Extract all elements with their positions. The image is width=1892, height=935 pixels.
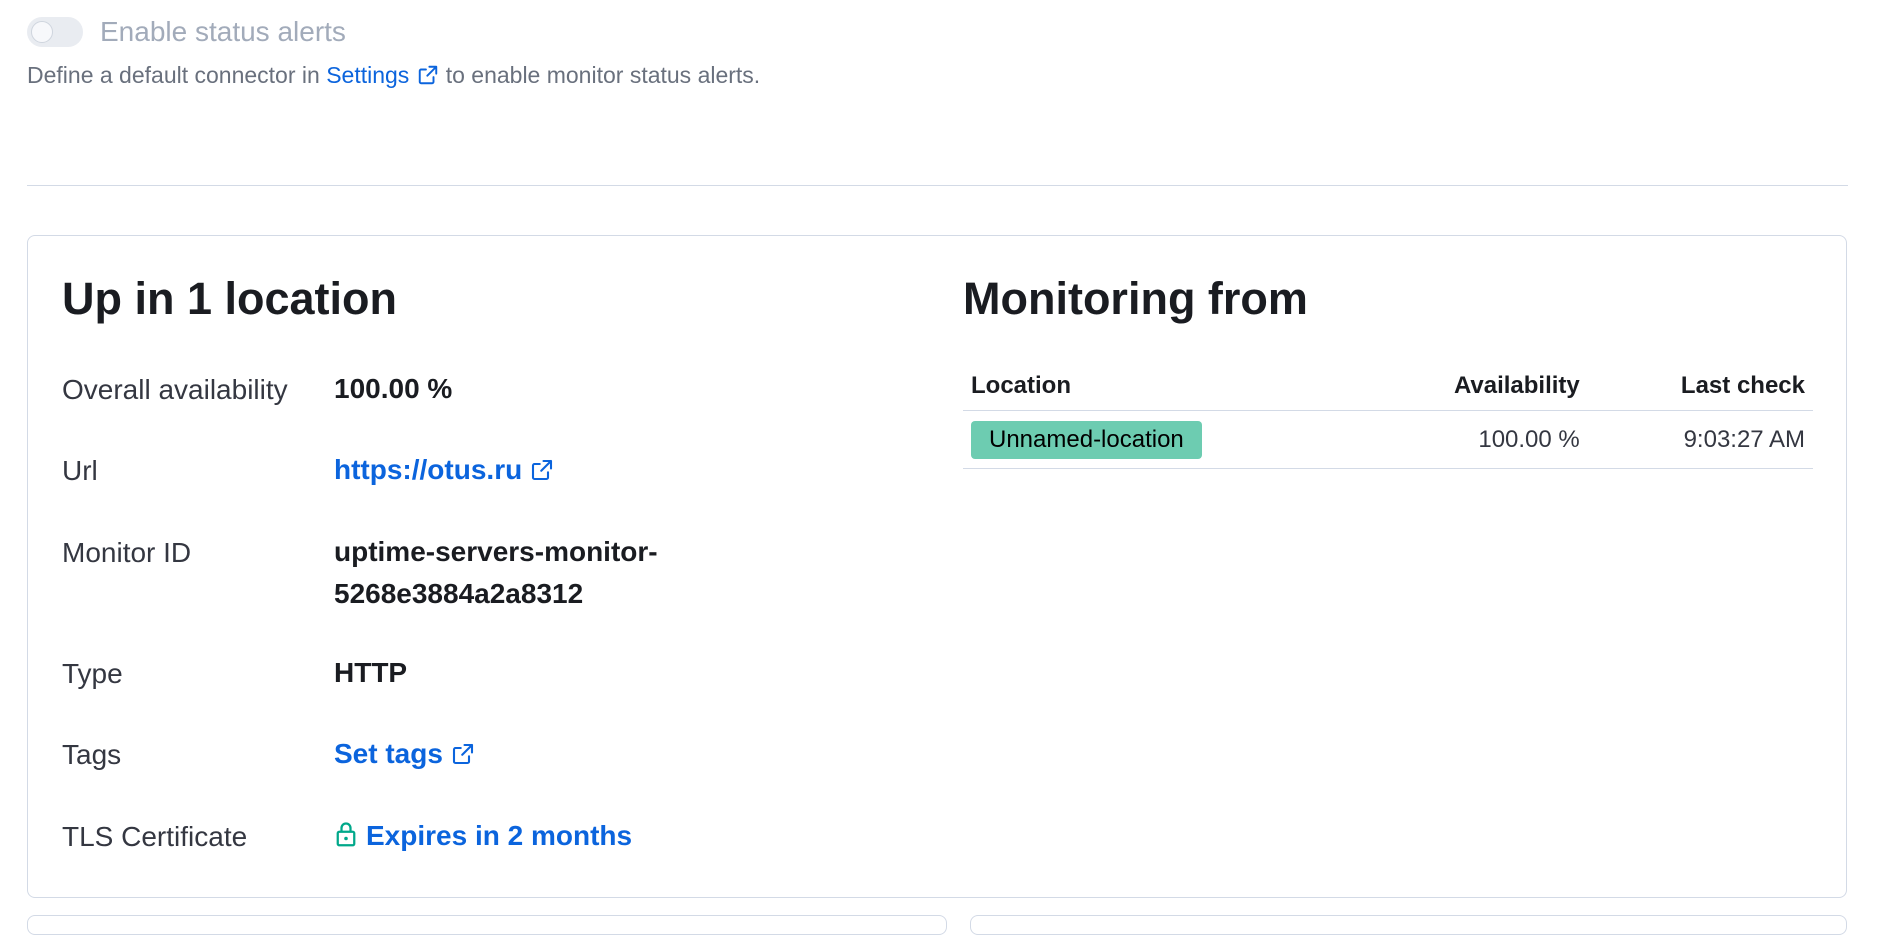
column-header-last-check[interactable]: Last check: [1587, 364, 1813, 411]
property-availability: Overall availability 100.00 %: [62, 368, 922, 412]
external-link-icon: [451, 736, 475, 778]
property-tls: TLS Certificate Expires in 2 months: [62, 815, 922, 860]
availability-value: 100.00 %: [334, 373, 453, 404]
tls-expiry-value: Expires in 2 months: [366, 820, 633, 851]
property-tags: Tags Set tags: [62, 733, 922, 778]
external-link-icon: [530, 452, 554, 494]
status-alerts-help-text: Define a default connector in Settings t…: [27, 59, 787, 95]
url-label: Url: [62, 455, 98, 486]
location-badge[interactable]: Unnamed-location: [971, 421, 1202, 459]
set-tags-label: Set tags: [334, 738, 443, 769]
bottom-left-panel: [27, 915, 947, 935]
status-alerts-switch[interactable]: [27, 17, 83, 47]
column-header-location[interactable]: Location: [963, 364, 1360, 411]
tags-label: Tags: [62, 739, 122, 770]
monitor-properties: Overall availability 100.00 % Url https:…: [62, 368, 922, 860]
switch-knob: [31, 21, 53, 43]
property-url: Url https://otus.ru: [62, 449, 922, 494]
type-value: HTTP: [334, 657, 408, 688]
status-summary: Up in 1 location Overall availability 10…: [62, 272, 922, 897]
table-header-row: Location Availability Last check: [963, 364, 1813, 411]
column-header-availability[interactable]: Availability: [1359, 364, 1588, 411]
url-link[interactable]: https://otus.ru: [334, 449, 554, 494]
availability-label: Overall availability: [62, 374, 288, 405]
monitoring-from-title: Monitoring from: [963, 273, 1308, 324]
help-text-before: Define a default connector in: [27, 62, 327, 88]
section-divider: [27, 185, 1848, 186]
monitoring-from-section: Monitoring from Location Availability La…: [963, 272, 1813, 469]
bottom-right-panel: [970, 915, 1847, 935]
locations-table: Location Availability Last check Unnamed…: [963, 364, 1813, 469]
url-value: https://otus.ru: [334, 454, 523, 485]
availability-cell: 100.00 %: [1359, 410, 1588, 469]
table-row: Unnamed-location 100.00 % 9:03:27 AM: [963, 410, 1813, 469]
status-alerts-section: Enable status alerts Define a default co…: [27, 14, 847, 95]
lock-icon: [334, 818, 358, 860]
monitor-id-label: Monitor ID: [62, 537, 192, 568]
last-check-cell: 9:03:27 AM: [1587, 410, 1813, 469]
property-monitor-id: Monitor ID uptime-servers-monitor-5268e3…: [62, 531, 922, 615]
help-text-after: to enable monitor status alerts.: [439, 62, 761, 88]
settings-link[interactable]: Settings: [326, 62, 439, 88]
status-alerts-toggle-row: Enable status alerts: [27, 14, 847, 50]
external-link-icon: [417, 62, 439, 95]
tls-label: TLS Certificate: [62, 821, 248, 852]
settings-link-label: Settings: [326, 62, 410, 88]
set-tags-link[interactable]: Set tags: [334, 733, 475, 778]
type-label: Type: [62, 658, 123, 689]
status-alerts-label: Enable status alerts: [100, 16, 346, 47]
monitor-status-panel: Up in 1 location Overall availability 10…: [27, 235, 1847, 898]
tls-expiry-link[interactable]: Expires in 2 months: [334, 815, 632, 860]
property-type: Type HTTP: [62, 652, 922, 696]
status-title: Up in 1 location: [62, 273, 398, 324]
monitor-id-value: uptime-servers-monitor-5268e3884a2a8312: [334, 536, 658, 609]
location-cell: Unnamed-location: [963, 410, 1360, 469]
